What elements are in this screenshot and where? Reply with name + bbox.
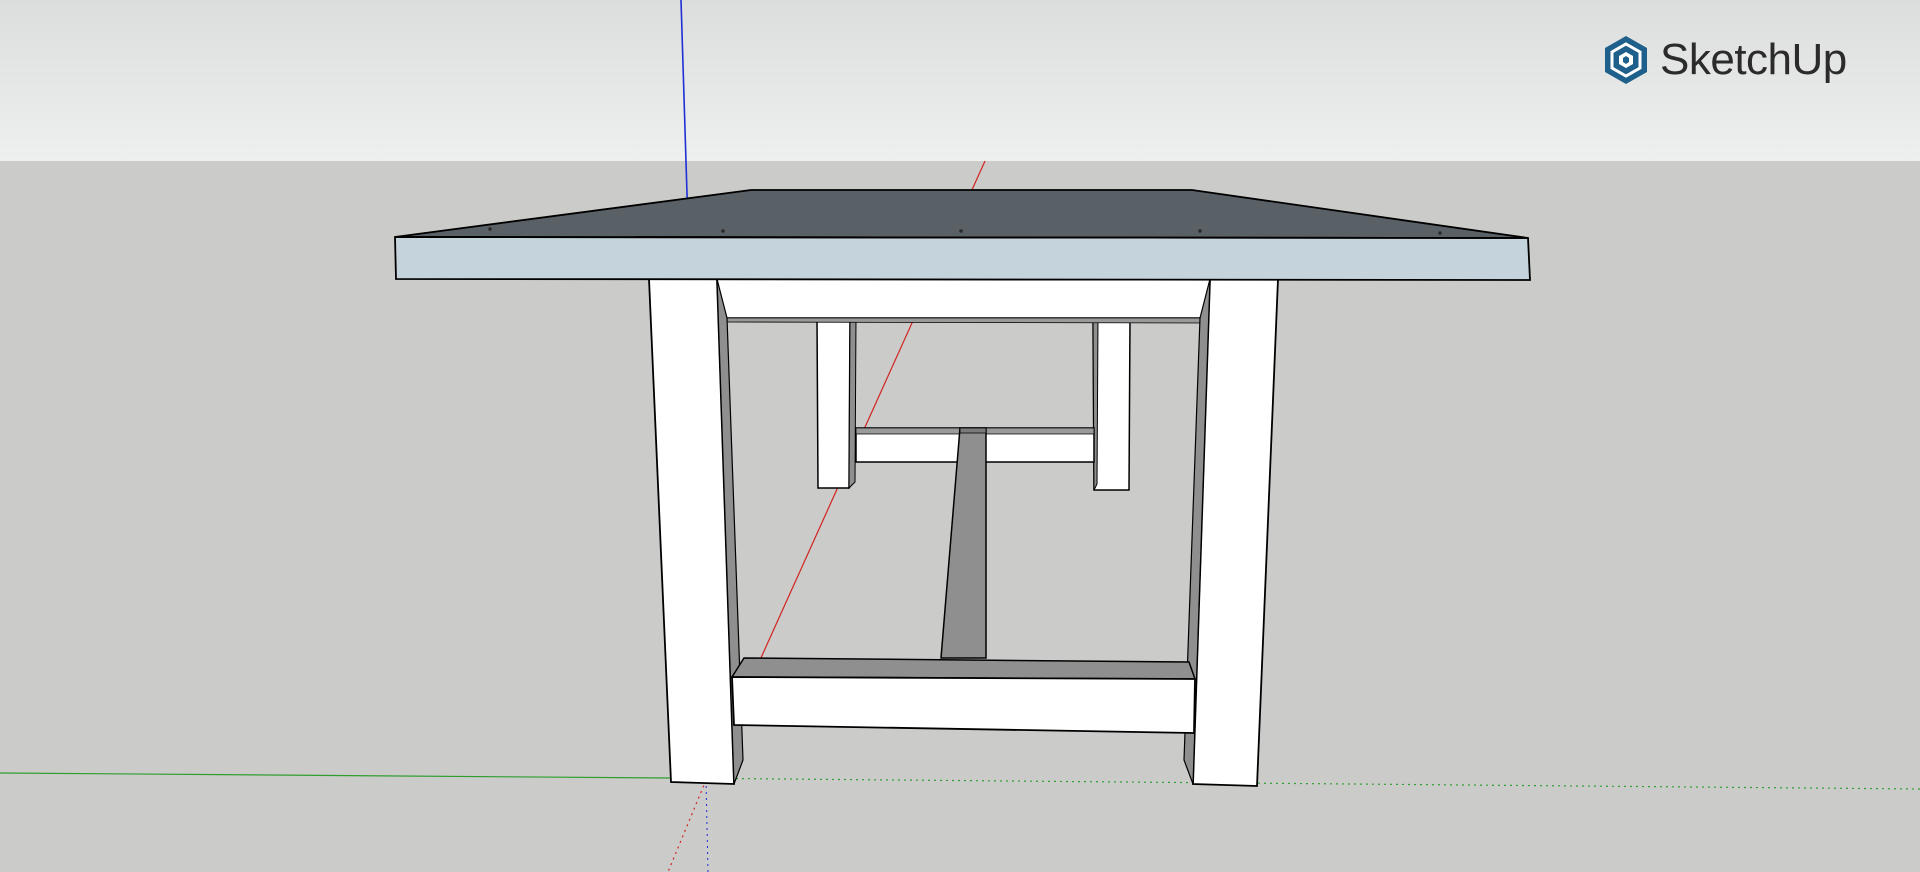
back-leg-right[interactable] [1092,317,1131,491]
red-axis-dotted [667,779,707,872]
model-scene[interactable] [0,0,1920,872]
blue-axis-dotted [705,779,709,872]
front-leg-left[interactable] [648,278,744,785]
front-apron[interactable] [716,278,1211,324]
sketchup-logo-icon [1605,36,1647,84]
back-leg-left[interactable] [816,317,857,490]
brand-name: SketchUp [1660,35,1847,84]
sketchup-brand: SketchUp [1602,32,1847,88]
tabletop-screw [488,227,492,231]
tabletop-screw [721,229,725,233]
tabletop-screw [1438,231,1442,235]
tabletop[interactable] [394,189,1531,281]
blue-axis [680,0,689,227]
tabletop-screw [959,229,963,233]
green-axis-dotted [669,777,1920,790]
front-leg-right[interactable] [1183,278,1279,787]
front-stretcher[interactable] [730,657,1197,734]
drawing-viewport[interactable]: SketchUp [0,0,1920,872]
tabletop-screw [1198,229,1202,233]
green-axis [0,772,671,779]
